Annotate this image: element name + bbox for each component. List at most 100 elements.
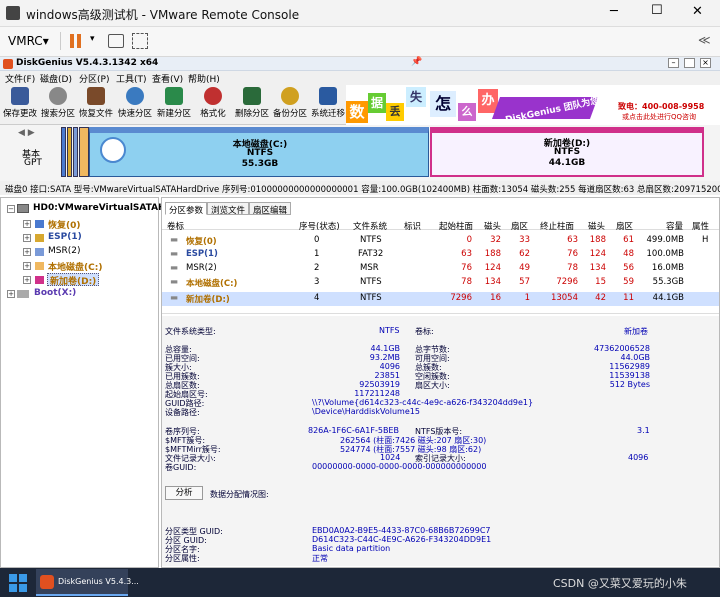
disk-nav-arrows[interactable]: ◀ ▶ bbox=[18, 128, 35, 138]
app-close-button[interactable]: × bbox=[700, 58, 711, 68]
app-minimize-button[interactable]: – bbox=[668, 58, 679, 68]
tree-item-recovery[interactable]: 恢复(0) bbox=[48, 218, 81, 231]
expand-icon[interactable]: + bbox=[23, 276, 31, 284]
network-icon[interactable] bbox=[108, 34, 124, 48]
expand-icon[interactable]: + bbox=[7, 290, 15, 298]
cell-start-head: 16 bbox=[490, 293, 501, 303]
collapse-icon[interactable]: ≪ bbox=[698, 33, 711, 47]
expand-icon[interactable]: + bbox=[23, 248, 31, 256]
cell-capacity: 44.1GB bbox=[652, 293, 684, 303]
minimize-button[interactable]: ─ bbox=[610, 4, 618, 19]
partition-d-fs: NTFS bbox=[553, 147, 581, 157]
col-header[interactable]: 扇区 bbox=[616, 220, 633, 232]
table-row[interactable]: ▬ MSR(2) 2 MSR 76 124 49 78 134 56 16.0M… bbox=[162, 263, 719, 276]
taskbar-app-diskgenius[interactable]: DiskGenius V5.4.3... bbox=[36, 569, 139, 596]
system-migration-button[interactable]: 系统迁移 bbox=[308, 87, 348, 119]
trash-icon bbox=[243, 87, 261, 105]
partition-block-d[interactable]: 新加卷(D:) NTFS 44.1GB bbox=[430, 127, 704, 177]
app-maximize-button[interactable] bbox=[684, 58, 695, 68]
expand-icon[interactable]: + bbox=[23, 234, 31, 242]
col-header[interactable]: 容量 bbox=[666, 220, 683, 232]
col-header[interactable]: 序号(状态) bbox=[299, 220, 340, 232]
col-header[interactable]: 扇区 bbox=[511, 220, 528, 232]
col-header[interactable]: 标识 bbox=[404, 220, 421, 232]
col-header[interactable]: 卷标 bbox=[167, 220, 184, 232]
pause-icon[interactable] bbox=[70, 34, 82, 48]
new-partition-button[interactable]: 新建分区 bbox=[154, 87, 194, 119]
col-header[interactable]: 磁头 bbox=[484, 220, 501, 232]
cell-start-cyl: 78 bbox=[461, 277, 472, 287]
format-button[interactable]: 格式化 bbox=[193, 87, 233, 119]
recover-files-label: 恢复文件 bbox=[78, 109, 113, 119]
recover-files-button[interactable]: 恢复文件 bbox=[76, 87, 116, 119]
ntfs-version-value: 3.1 bbox=[637, 426, 650, 435]
close-button[interactable]: ✕ bbox=[692, 4, 703, 19]
menu-file[interactable]: 文件(F) bbox=[5, 72, 35, 85]
chevron-down-icon[interactable]: ▾ bbox=[90, 34, 95, 44]
app-title: DiskGenius V5.4.3.1342 x64 bbox=[16, 58, 159, 68]
col-header[interactable]: 文件系统 bbox=[353, 220, 387, 232]
menu-partition[interactable]: 分区(P) bbox=[79, 72, 109, 85]
cell-end-head: 124 bbox=[589, 249, 606, 259]
table-header: 卷标 序号(状态) 文件系统 标识 起始柱面 磁头 扇区 终止柱面 磁头 扇区 … bbox=[162, 218, 719, 232]
col-header[interactable]: 起始柱面 bbox=[439, 220, 473, 232]
table-row[interactable]: ▬ 恢复(0) 0 NTFS 0 32 33 63 188 61 499.0MB… bbox=[162, 235, 719, 248]
col-header[interactable]: 磁头 bbox=[588, 220, 605, 232]
new-partition-label: 新建分区 bbox=[156, 109, 191, 119]
partition-icon bbox=[35, 262, 44, 270]
tree-disk-root[interactable]: HD0:VMwareVirtualSATAH bbox=[33, 203, 166, 216]
tree-item-c[interactable]: 本地磁盘(C:) bbox=[48, 260, 102, 273]
fullscreen-icon[interactable] bbox=[132, 33, 148, 49]
cell-end-sector: 61 bbox=[623, 235, 634, 245]
tab-partition-params[interactable]: 分区参数 bbox=[165, 202, 208, 216]
backup-partition-button[interactable]: 备份分区 bbox=[270, 87, 310, 119]
volume-label-value: 新加卷 bbox=[624, 327, 648, 336]
delete-partition-button[interactable]: 删除分区 bbox=[232, 87, 272, 119]
partition-block-recovery[interactable] bbox=[61, 127, 66, 177]
cell-index: 2 bbox=[314, 263, 320, 273]
partition-attr-label: 分区属性: bbox=[165, 554, 200, 563]
save-changes-button[interactable]: 保存更改 bbox=[0, 87, 40, 119]
partition-row-icon: ▬ bbox=[170, 277, 179, 287]
collapse-icon[interactable]: − bbox=[7, 205, 15, 213]
partition-guid-value: D614C323-C44C-4E9C-A626-F343204DD9E1 bbox=[312, 535, 492, 544]
tab-browse-files[interactable]: 浏览文件 bbox=[207, 202, 250, 216]
banner-char: 么 bbox=[458, 103, 476, 121]
menu-help[interactable]: 帮助(H) bbox=[188, 72, 220, 85]
cell-fs: FAT32 bbox=[358, 249, 384, 259]
partition-block-esp[interactable] bbox=[67, 127, 72, 177]
tree-item-esp[interactable]: ESP(1) bbox=[48, 232, 82, 245]
quick-partition-button[interactable]: 快速分区 bbox=[115, 87, 155, 119]
window-title: windows高级测试机 - VMware Remote Console bbox=[26, 8, 300, 22]
volume-guid-label: 卷GUID: bbox=[165, 463, 197, 472]
menu-view[interactable]: 查看(V) bbox=[152, 72, 183, 85]
menu-disk[interactable]: 磁盘(D) bbox=[40, 72, 72, 85]
tree-item-msr[interactable]: MSR(2) bbox=[48, 246, 80, 259]
tree-item-d-selected[interactable]: 新加卷(D:) bbox=[47, 273, 100, 287]
table-row-selected[interactable]: ▬ 新加卷(D:) 4 NTFS 7296 16 1 13054 42 11 4… bbox=[162, 292, 719, 306]
expand-icon[interactable]: + bbox=[23, 262, 31, 270]
cell-end-cyl: 13054 bbox=[550, 293, 578, 303]
ad-banner[interactable]: 数 据 丢 失 怎 么 办 DiskGenius 团队为您服务 致电：400-0… bbox=[346, 85, 720, 126]
partition-block-gap[interactable] bbox=[79, 127, 89, 177]
vmrc-menu[interactable]: VMRC▾ bbox=[8, 34, 49, 48]
partition-block-msr[interactable] bbox=[73, 127, 78, 177]
tab-sector-edit[interactable]: 扇区编辑 bbox=[249, 202, 292, 216]
col-header[interactable]: 终止柱面 bbox=[540, 220, 574, 232]
partition-c-fs: NTFS bbox=[246, 148, 274, 158]
search-partition-button[interactable]: 搜索分区 bbox=[38, 87, 78, 119]
fs-type-label: 文件系统类型: bbox=[165, 327, 216, 336]
vm-toolbar: VMRC▾ ▾ ≪ bbox=[0, 27, 720, 57]
table-row[interactable]: ▬ ESP(1) 1 FAT32 63 188 62 76 124 48 100… bbox=[162, 249, 719, 262]
col-header[interactable]: 属性 bbox=[692, 220, 709, 232]
start-sector-value: 117211248 bbox=[354, 389, 400, 398]
windows-start-icon[interactable] bbox=[9, 574, 27, 592]
expand-icon[interactable]: + bbox=[23, 220, 31, 228]
partition-block-c[interactable]: 本地磁盘(C:) NTFS 55.3GB bbox=[89, 127, 429, 177]
analyze-button[interactable]: 分析 bbox=[165, 486, 203, 500]
table-row[interactable]: ▬ 本地磁盘(C:) 3 NTFS 78 134 57 7296 15 59 5… bbox=[162, 277, 719, 290]
app-toolbar: 保存更改 搜索分区 恢复文件 快速分区 新建分区 格式化 删除分区 备份分区 系… bbox=[0, 85, 720, 126]
tree-item-boot[interactable]: Boot(X:) bbox=[34, 288, 76, 301]
maximize-button[interactable]: ☐ bbox=[651, 3, 663, 18]
menu-tools[interactable]: 工具(T) bbox=[116, 72, 147, 85]
